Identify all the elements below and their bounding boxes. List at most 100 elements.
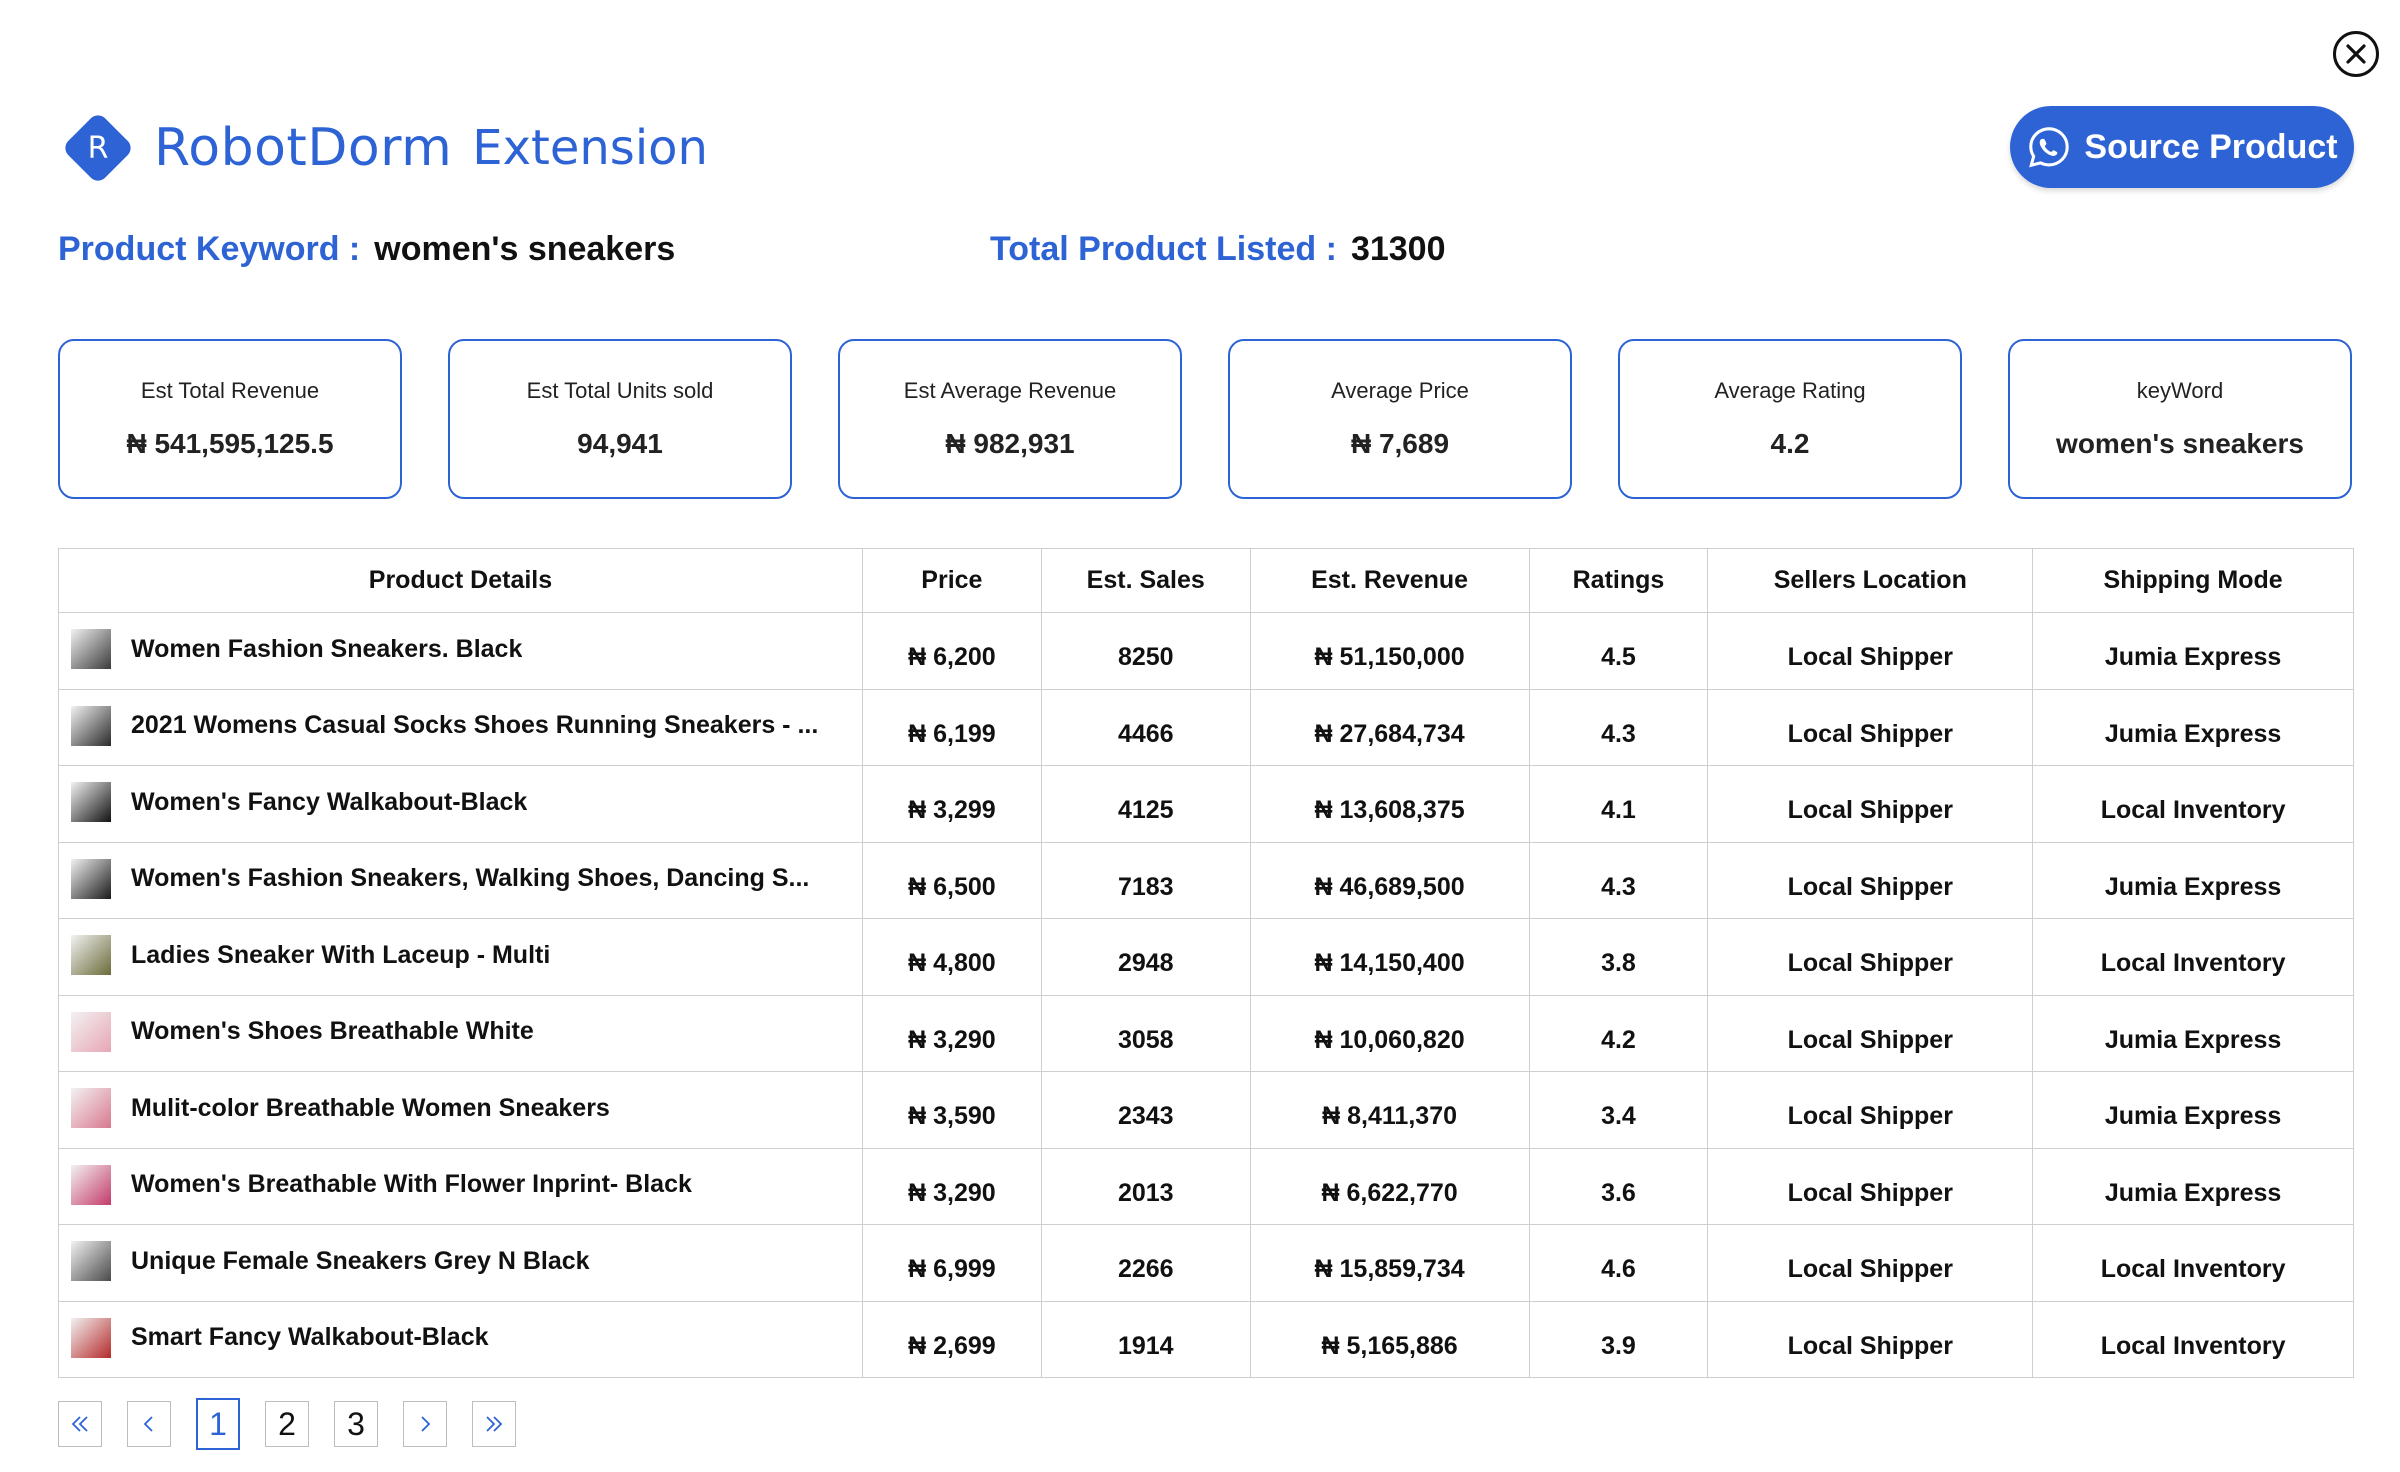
product-keyword-value: women's sneakers bbox=[374, 229, 676, 268]
seller-location-cell: Local Shipper bbox=[1707, 1071, 2034, 1149]
product-name[interactable]: 2021 Womens Casual Socks Shoes Running S… bbox=[131, 711, 818, 740]
revenue-cell: ₦ 5,165,886 bbox=[1249, 1300, 1530, 1378]
seller-location-cell: Local Shipper bbox=[1707, 612, 2034, 690]
sales-cell: 3058 bbox=[1040, 994, 1251, 1072]
card-value: 4.2 bbox=[1770, 428, 1810, 459]
column-header[interactable]: Ratings bbox=[1528, 548, 1709, 613]
card-label: Average Rating bbox=[1714, 378, 1866, 403]
logo-icon: R bbox=[58, 108, 138, 188]
page-button-1[interactable]: 1 bbox=[196, 1398, 240, 1450]
rating-cell: 4.3 bbox=[1528, 688, 1709, 766]
product-thumbnail[interactable] bbox=[71, 1241, 111, 1281]
product-thumbnail[interactable] bbox=[71, 1164, 111, 1205]
source-product-button[interactable]: Source Product bbox=[2010, 106, 2354, 188]
product-name[interactable]: Mulit-color Breathable Women Sneakers bbox=[131, 1094, 610, 1123]
product-name[interactable]: Women's Breathable With Flower Inprint- … bbox=[131, 1170, 692, 1199]
rating-cell: 4.6 bbox=[1528, 1224, 1709, 1302]
product-thumbnail[interactable] bbox=[71, 1011, 111, 1052]
product-name[interactable]: Women Fashion Sneakers. Black bbox=[131, 635, 522, 664]
table-row[interactable]: 2021 Womens Casual Socks Shoes Running S… bbox=[58, 688, 2354, 766]
table-row[interactable]: Mulit-color Breathable Women Sneakers ₦ 3… bbox=[58, 1071, 2354, 1149]
price-cell: ₦ 6,199 bbox=[861, 688, 1042, 766]
shipping-mode-cell: Jumia Express bbox=[2032, 994, 2354, 1072]
shipping-mode-cell: Jumia Express bbox=[2032, 612, 2354, 690]
card-est-average-revenue: Est Average Revenue ₦ 982,931 bbox=[838, 339, 1182, 499]
product-cell: 2021 Womens Casual Socks Shoes Running S… bbox=[58, 688, 863, 766]
product-thumbnail[interactable] bbox=[71, 858, 111, 899]
column-header[interactable]: Product Details bbox=[58, 548, 863, 613]
shipping-mode-cell: Local Inventory bbox=[2032, 1224, 2354, 1302]
product-name[interactable]: Smart Fancy Walkabout-Black bbox=[131, 1323, 489, 1352]
column-header[interactable]: Est. Revenue bbox=[1249, 548, 1530, 613]
product-cell: Women Fashion Sneakers. Black bbox=[58, 612, 863, 690]
page-button-3[interactable]: 3 bbox=[334, 1401, 378, 1447]
card-label: Est Average Revenue bbox=[903, 378, 1117, 403]
seller-location-cell: Local Shipper bbox=[1707, 918, 2034, 996]
table-row[interactable]: Women's Shoes Breathable White ₦ 3,290 305… bbox=[58, 994, 2354, 1072]
card-keyword: keyWord women's sneakers bbox=[2008, 339, 2352, 499]
product-name[interactable]: Unique Female Sneakers Grey N Black bbox=[131, 1247, 590, 1276]
close-button[interactable] bbox=[2333, 31, 2379, 77]
seller-location-cell: Local Shipper bbox=[1707, 1147, 2034, 1225]
table-row[interactable]: Smart Fancy Walkabout-Black ₦ 2,699 1914 ₦ … bbox=[58, 1300, 2354, 1378]
product-thumbnail[interactable] bbox=[71, 1088, 111, 1128]
table-row[interactable]: Women's Fancy Walkabout-Black ₦ 3,299 4125… bbox=[58, 765, 2354, 843]
product-name[interactable]: Women's Fashion Sneakers, Walking Shoes,… bbox=[131, 864, 809, 893]
page-button-2[interactable]: 2 bbox=[265, 1401, 309, 1447]
card-label: Est Total Revenue bbox=[140, 378, 320, 403]
price-cell: ₦ 4,800 bbox=[861, 918, 1042, 996]
price-cell: ₦ 3,590 bbox=[861, 1071, 1042, 1149]
product-cell: Women's Shoes Breathable White bbox=[58, 994, 863, 1072]
rating-cell: 4.5 bbox=[1528, 612, 1709, 690]
price-cell: ₦ 6,999 bbox=[861, 1224, 1042, 1302]
seller-location-cell: Local Shipper bbox=[1707, 765, 2034, 843]
last-page-button[interactable] bbox=[472, 1401, 516, 1447]
sales-cell: 1914 bbox=[1040, 1300, 1251, 1378]
product-name[interactable]: Women's Shoes Breathable White bbox=[131, 1017, 534, 1046]
revenue-cell: ₦ 51,150,000 bbox=[1249, 612, 1530, 690]
table-row[interactable]: Women Fashion Sneakers. Black ₦ 6,200 8250… bbox=[58, 612, 2354, 690]
column-header[interactable]: Est. Sales bbox=[1040, 548, 1251, 613]
rating-cell: 3.9 bbox=[1528, 1300, 1709, 1378]
product-thumbnail[interactable] bbox=[71, 782, 111, 822]
sales-cell: 8250 bbox=[1040, 612, 1251, 690]
product-cell: Women's Fashion Sneakers, Walking Shoes,… bbox=[58, 841, 863, 919]
card-value: women's sneakers bbox=[2056, 428, 2304, 459]
product-thumbnail[interactable] bbox=[71, 705, 111, 746]
product-cell: Smart Fancy Walkabout-Black bbox=[58, 1300, 863, 1378]
brand-subtitle: Extension bbox=[472, 120, 708, 176]
table-row[interactable]: Ladies Sneaker With Laceup - Multi ₦ 4,80… bbox=[58, 918, 2354, 996]
price-cell: ₦ 6,500 bbox=[861, 841, 1042, 919]
shipping-mode-cell: Local Inventory bbox=[2032, 918, 2354, 996]
prev-page-button[interactable] bbox=[127, 1401, 171, 1447]
chevron-left-icon bbox=[143, 1416, 153, 1432]
revenue-cell: ₦ 14,150,400 bbox=[1249, 918, 1530, 996]
card-label: Average Price bbox=[1331, 378, 1469, 403]
card-value: 94,941 bbox=[577, 428, 663, 459]
table-row[interactable]: Women's Fashion Sneakers, Walking Shoes,… bbox=[58, 841, 2354, 919]
seller-location-cell: Local Shipper bbox=[1707, 841, 2034, 919]
seller-location-cell: Local Shipper bbox=[1707, 688, 2034, 766]
revenue-cell: ₦ 6,622,770 bbox=[1249, 1147, 1530, 1225]
product-thumbnail[interactable] bbox=[71, 1317, 111, 1358]
product-thumbnail[interactable] bbox=[71, 935, 111, 975]
table-row[interactable]: Unique Female Sneakers Grey N Black ₦ 6,9… bbox=[58, 1224, 2354, 1302]
column-header[interactable]: Price bbox=[861, 548, 1042, 613]
next-page-button[interactable] bbox=[403, 1401, 447, 1447]
total-product-row: Total Product Listed : 31300 bbox=[990, 222, 1445, 276]
price-cell: ₦ 2,699 bbox=[861, 1300, 1042, 1378]
seller-location-cell: Local Shipper bbox=[1707, 994, 2034, 1072]
pagination: 1 2 3 bbox=[58, 1398, 541, 1450]
revenue-cell: ₦ 46,689,500 bbox=[1249, 841, 1530, 919]
chevron-right-icon bbox=[421, 1416, 431, 1432]
first-page-button[interactable] bbox=[58, 1401, 102, 1447]
total-product-value: 31300 bbox=[1350, 229, 1446, 268]
price-cell: ₦ 3,290 bbox=[861, 994, 1042, 1072]
product-name[interactable]: Ladies Sneaker With Laceup - Multi bbox=[131, 941, 550, 970]
table-row[interactable]: Women's Breathable With Flower Inprint- … bbox=[58, 1147, 2354, 1225]
product-name[interactable]: Women's Fancy Walkabout-Black bbox=[131, 788, 527, 817]
column-header[interactable]: Sellers Location bbox=[1707, 548, 2034, 613]
shipping-mode-cell: Jumia Express bbox=[2032, 1071, 2354, 1149]
column-header[interactable]: Shipping Mode bbox=[2032, 548, 2354, 613]
product-thumbnail[interactable] bbox=[71, 629, 111, 669]
